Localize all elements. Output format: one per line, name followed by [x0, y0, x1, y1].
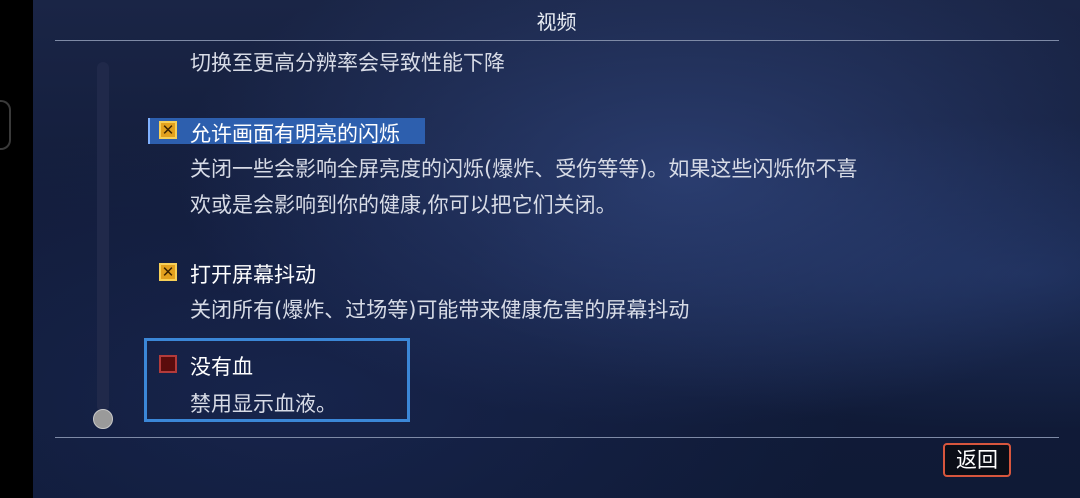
- screen-edge: [0, 0, 33, 498]
- resolution-warning-text: 切换至更高分辨率会导致性能下降: [190, 51, 505, 75]
- no-blood-label[interactable]: 没有血: [190, 351, 253, 381]
- back-button[interactable]: 返回: [943, 443, 1011, 477]
- header-divider: [55, 40, 1059, 41]
- scrollbar-thumb[interactable]: [93, 409, 113, 429]
- scrollbar-track[interactable]: [97, 62, 109, 412]
- bright-flash-description-line1: 关闭一些会影响全屏亮度的闪烁(爆炸、受伤等等)。如果这些闪烁你不喜: [190, 157, 858, 181]
- device-notch: [0, 100, 11, 150]
- no-blood-checkbox[interactable]: [159, 355, 177, 373]
- page-title: 视频: [536, 10, 577, 34]
- checkmark-x-icon: ✕: [161, 121, 175, 139]
- footer-divider: [55, 437, 1059, 438]
- bright-flash-label[interactable]: 允许画面有明亮的闪烁: [190, 118, 400, 148]
- screen-shake-description: 关闭所有(爆炸、过场等)可能带来健康危害的屏幕抖动: [190, 298, 690, 322]
- checkmark-x-icon: ✕: [161, 263, 175, 281]
- video-settings-screen: 视频 切换至更高分辨率会导致性能下降 ✕ 允许画面有明亮的闪烁 关闭一些会影响全…: [33, 0, 1080, 498]
- bright-flash-description-line2: 欢或是会影响到你的健康,你可以把它们关闭。: [190, 193, 617, 217]
- no-blood-description: 禁用显示血液。: [190, 392, 337, 416]
- screen-shake-checkbox[interactable]: ✕: [159, 263, 177, 281]
- bright-flash-checkbox[interactable]: ✕: [159, 121, 177, 139]
- screen-shake-label[interactable]: 打开屏幕抖动: [190, 259, 316, 289]
